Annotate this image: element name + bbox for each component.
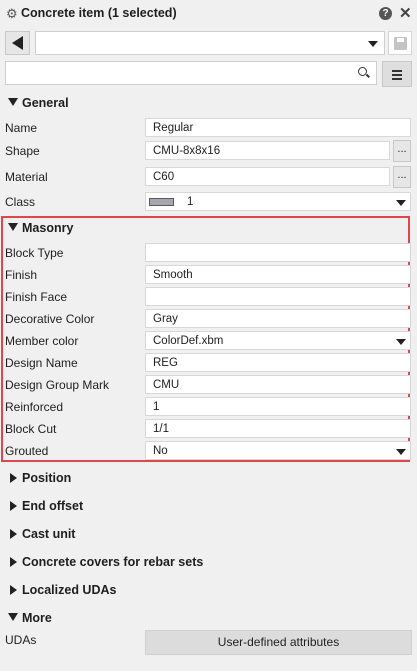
- design-name-field[interactable]: REG: [145, 353, 411, 372]
- property-label: Material: [5, 170, 48, 184]
- property-row-design-group-mark: Design Group Mark CMU: [0, 375, 417, 397]
- decorative-color-field[interactable]: Gray: [145, 309, 411, 328]
- property-label: UDAs: [5, 633, 37, 647]
- section-title: Concrete covers for rebar sets: [22, 555, 204, 569]
- help-icon[interactable]: ?: [379, 7, 392, 20]
- search-icon[interactable]: [358, 67, 367, 76]
- chevron-down-icon: [368, 41, 378, 47]
- section-title: Localized UDAs: [22, 583, 117, 597]
- arrow-left-icon: [12, 36, 23, 50]
- class-color-swatch: [149, 198, 174, 206]
- property-row-decorative-color: Decorative Color Gray: [0, 309, 417, 331]
- property-label: Shape: [5, 144, 40, 158]
- chevron-down-icon: [396, 200, 406, 206]
- property-label: Design Group Mark: [5, 378, 110, 392]
- block-type-field[interactable]: [145, 243, 411, 262]
- property-label: Member color: [5, 334, 79, 348]
- close-icon[interactable]: ✕: [399, 4, 412, 22]
- preset-dropdown[interactable]: [35, 31, 385, 55]
- property-label: Reinforced: [5, 400, 64, 414]
- property-label: Name: [5, 121, 38, 135]
- save-icon: [394, 37, 407, 50]
- property-row-class: Class 1: [0, 192, 417, 214]
- title-bar: ⚙ Concrete item (1 selected) ? ✕: [0, 0, 417, 28]
- shape-field[interactable]: CMU-8x8x16: [145, 141, 390, 160]
- property-label: Block Cut: [5, 422, 57, 436]
- property-label: Decorative Color: [5, 312, 95, 326]
- property-label: Grouted: [5, 444, 49, 458]
- property-row-member-color: Member color ColorDef.xbm: [0, 331, 417, 353]
- property-label: Block Type: [5, 246, 64, 260]
- property-row-material: Material C60 ...: [0, 166, 417, 189]
- chevron-down-icon: [396, 339, 406, 345]
- expand-icon: [10, 557, 17, 567]
- property-row-block-type: Block Type: [0, 243, 417, 265]
- menu-icon: [392, 70, 402, 72]
- collapse-icon: [8, 98, 18, 106]
- save-button[interactable]: [388, 31, 412, 55]
- gear-icon: ⚙: [6, 6, 18, 21]
- back-button[interactable]: [5, 31, 30, 55]
- property-label: Class: [5, 195, 36, 209]
- expand-icon: [10, 529, 17, 539]
- member-color-dropdown[interactable]: ColorDef.xbm: [145, 331, 411, 350]
- section-title: Cast unit: [22, 527, 76, 541]
- property-row-name: Name Regular: [0, 118, 417, 140]
- property-row-reinforced: Reinforced 1: [0, 397, 417, 419]
- property-row-shape: Shape CMU-8x8x16 ...: [0, 140, 417, 163]
- property-row-block-cut: Block Cut 1/1: [0, 419, 417, 441]
- search-input[interactable]: [5, 61, 377, 85]
- collapse-icon: [8, 613, 18, 621]
- options-menu-button[interactable]: [382, 61, 412, 87]
- finish-face-field[interactable]: [145, 287, 411, 306]
- property-label: Finish Face: [5, 290, 68, 304]
- material-field[interactable]: C60: [145, 167, 390, 186]
- block-cut-field[interactable]: 1/1: [145, 419, 411, 438]
- window-title: Concrete item (1 selected): [21, 6, 177, 20]
- expand-icon: [10, 473, 17, 483]
- material-browse-button[interactable]: ...: [393, 166, 411, 188]
- chevron-down-icon: [396, 449, 406, 455]
- shape-browse-button[interactable]: ...: [393, 140, 411, 162]
- finish-field[interactable]: Smooth: [145, 265, 411, 284]
- property-row-design-name: Design Name REG: [0, 353, 417, 375]
- property-label: Finish: [5, 268, 38, 282]
- section-title: More: [22, 611, 52, 625]
- expand-icon: [10, 501, 17, 511]
- class-dropdown[interactable]: 1: [145, 192, 411, 211]
- expand-icon: [10, 585, 17, 595]
- section-title: End offset: [22, 499, 84, 513]
- section-title: Masonry: [22, 221, 74, 235]
- section-title: Position: [22, 471, 72, 485]
- collapse-icon: [8, 223, 18, 231]
- name-field[interactable]: Regular: [145, 118, 411, 137]
- design-group-mark-field[interactable]: CMU: [145, 375, 411, 394]
- property-row-finish: Finish Smooth: [0, 265, 417, 287]
- property-row-finish-face: Finish Face: [0, 287, 417, 309]
- reinforced-field[interactable]: 1: [145, 397, 411, 416]
- property-row-grouted: Grouted No: [0, 441, 417, 463]
- section-title: General: [22, 96, 69, 110]
- property-label: Design Name: [5, 356, 78, 370]
- user-defined-attributes-button[interactable]: User-defined attributes: [145, 630, 412, 655]
- grouted-dropdown[interactable]: No: [145, 441, 411, 460]
